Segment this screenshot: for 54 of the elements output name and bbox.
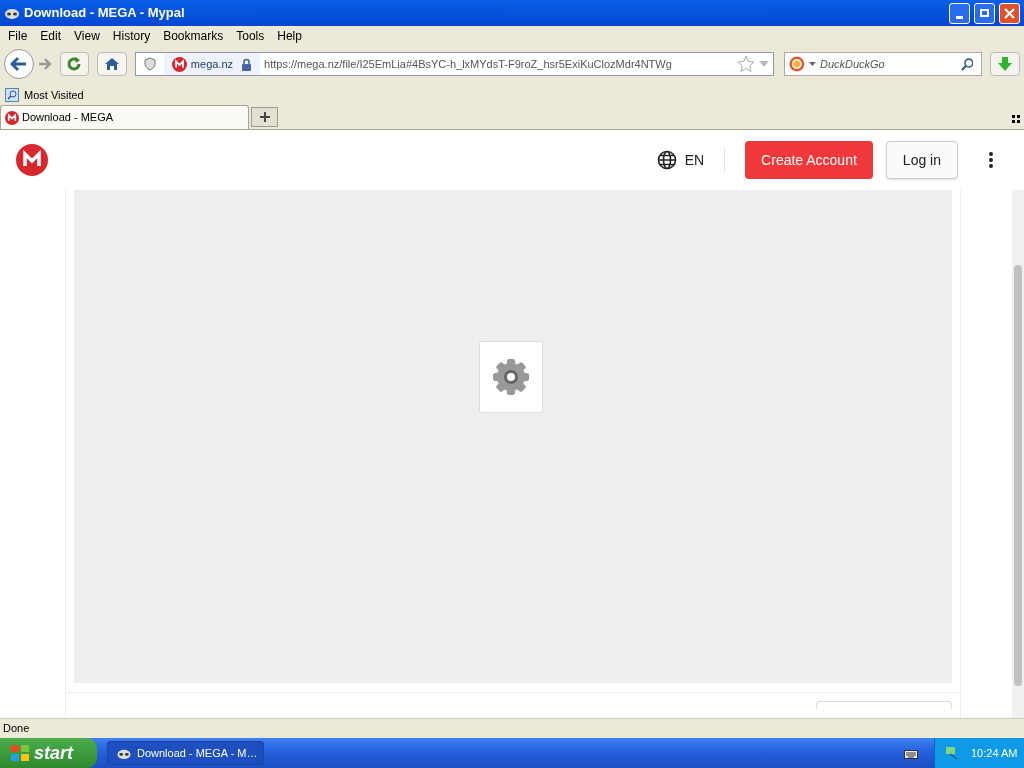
search-field[interactable]: DuckDuckGo [819, 55, 961, 73]
menu-item[interactable]: Bookmarks [163, 27, 224, 45]
folder-search-icon [5, 88, 19, 102]
reload-icon [66, 56, 83, 72]
menu-item[interactable]: File [8, 27, 28, 45]
scrollbar[interactable] [1012, 190, 1024, 718]
plus-icon [259, 112, 270, 122]
clock: 10:24 AM [971, 745, 1018, 761]
windows-logo-icon [10, 744, 30, 762]
window-title: Download - MEGA - Mypal [24, 4, 186, 23]
start-button[interactable]: start [0, 738, 97, 768]
globe-icon[interactable] [656, 150, 677, 170]
reload-button[interactable] [59, 52, 90, 76]
raccoon-icon [4, 6, 20, 20]
status-text: Done [3, 721, 30, 737]
create-account-button[interactable]: Create Account [745, 141, 873, 179]
keyboard-icon[interactable] [904, 747, 918, 759]
search-icon[interactable] [960, 57, 974, 71]
home-button[interactable] [97, 52, 127, 76]
menu-item[interactable]: History [112, 27, 151, 45]
dropdown-icon[interactable] [809, 62, 816, 66]
menu-item[interactable]: Help [277, 27, 302, 45]
browser-tab[interactable]: Download - MEGA [0, 105, 249, 129]
mega-logo-icon [5, 110, 19, 125]
address-bar[interactable]: mega.nz https://mega.nz/file/I25EmLia#4BsYC-h_lxMYdsT-F9roZ_hsr5ExiKuClozMdr4NTWg [134, 52, 775, 76]
mega-logo[interactable] [16, 144, 48, 176]
close-icon [1004, 7, 1015, 19]
duck-icon [789, 56, 806, 72]
download-arrow-icon [998, 56, 1013, 72]
menu-item[interactable]: Tools [236, 27, 265, 45]
site-name: mega.nz [190, 56, 234, 72]
home-icon [104, 57, 120, 71]
lock-icon [241, 57, 253, 71]
shield-icon [143, 57, 156, 71]
taskbar-button[interactable]: Download - MEGA - M… [107, 741, 264, 765]
back-arrow-icon [9, 56, 28, 72]
log-in-button[interactable]: Log in [885, 141, 958, 179]
menu-item[interactable]: Edit [40, 27, 62, 45]
mega-logo-icon [171, 56, 187, 72]
bookmark-folder[interactable]: Most Visited [4, 86, 84, 104]
site-identity[interactable]: mega.nz [163, 53, 261, 75]
language-label[interactable]: EN [684, 149, 705, 171]
more-options-icon[interactable] [989, 152, 993, 168]
grid-icon[interactable] [1012, 115, 1020, 123]
search-bar[interactable]: DuckDuckGo [784, 52, 983, 76]
back-button[interactable] [4, 49, 34, 79]
minimize-button[interactable] [949, 2, 970, 24]
new-tab-button[interactable] [251, 107, 278, 127]
star-icon[interactable] [737, 55, 756, 73]
menu-item[interactable]: View [74, 27, 100, 45]
restore-button[interactable] [974, 2, 995, 24]
gear-icon [491, 356, 531, 397]
url-text: https://mega.nz/file/I25EmLia#4BsYC-h_lxMYdsT-F9roZ_hsr5ExiKuClozMdr4NTWg [263, 56, 673, 72]
close-button[interactable] [999, 2, 1020, 24]
